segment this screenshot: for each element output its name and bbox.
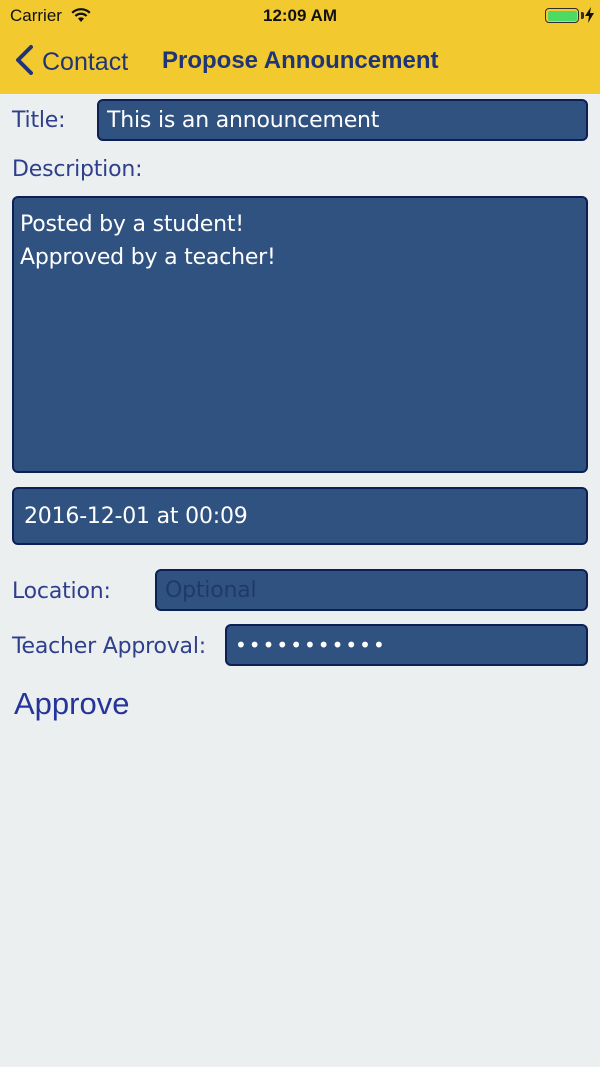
battery-cap	[581, 12, 584, 19]
top-bar: Carrier 12:09 AM Contact Propose Announc…	[0, 0, 600, 94]
location-label: Location:	[12, 579, 111, 604]
description-label: Description:	[12, 157, 143, 182]
date-picker-field[interactable]: 2016-12-01 at 00:09	[12, 487, 588, 545]
title-input[interactable]	[97, 99, 588, 141]
title-label: Title:	[12, 108, 66, 133]
date-value: 2016-12-01 at 00:09	[24, 503, 248, 529]
location-input[interactable]	[155, 569, 588, 611]
status-bar: Carrier 12:09 AM	[0, 0, 600, 32]
approve-button[interactable]: Approve	[14, 686, 129, 722]
status-time: 12:09 AM	[262, 6, 337, 25]
charging-bolt-icon	[585, 7, 594, 28]
back-button[interactable]: Contact	[14, 44, 128, 80]
description-textarea[interactable]: Posted by a student! Approved by a teach…	[12, 196, 588, 473]
teacher-approval-label: Teacher Approval:	[12, 634, 206, 659]
battery-charging-icon	[545, 8, 579, 23]
propose-announcement-screen: Carrier 12:09 AM Contact Propose Announc…	[0, 0, 600, 1067]
back-button-label: Contact	[42, 47, 129, 76]
page-title: Propose Announcement	[162, 47, 439, 74]
teacher-approval-password-input[interactable]	[225, 624, 588, 666]
chevron-left-icon	[14, 44, 34, 81]
navigation-bar: Contact Propose Announcement	[0, 32, 600, 94]
